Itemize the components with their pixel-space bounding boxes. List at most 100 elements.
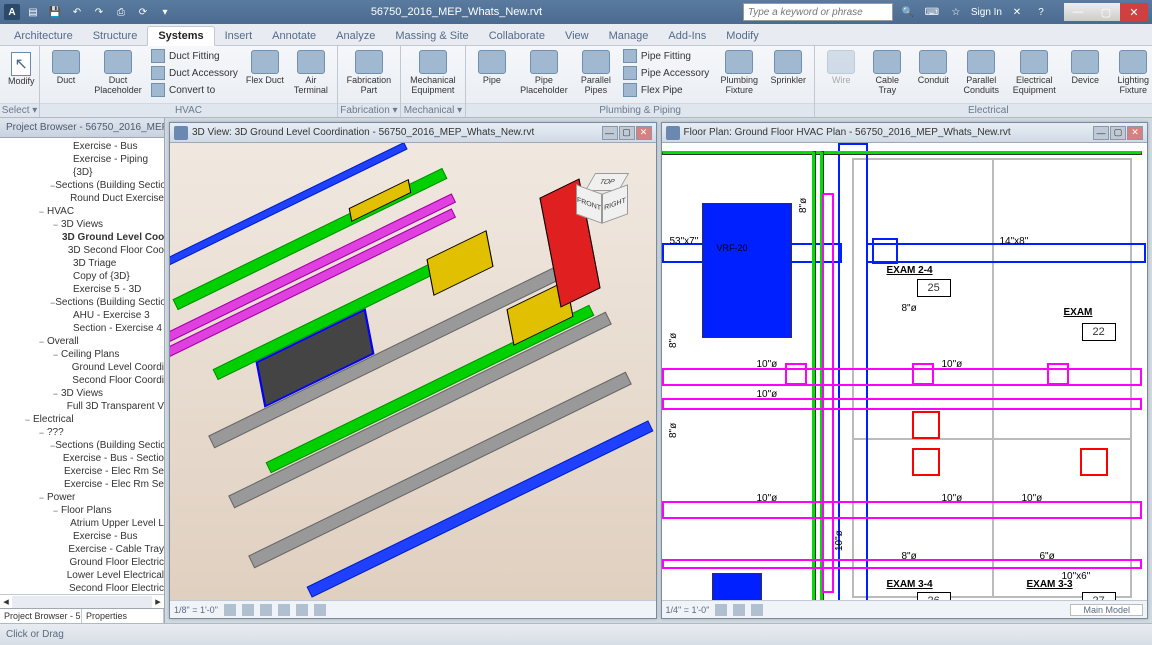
- qat-undo-icon[interactable]: ↶: [68, 3, 86, 21]
- wire-button[interactable]: Wire: [819, 48, 863, 88]
- qat-sync-icon[interactable]: ⟳: [134, 3, 152, 21]
- pipe-accessory-button[interactable]: Pipe Accessory: [620, 65, 712, 81]
- shadows-icon[interactable]: [278, 604, 290, 616]
- sign-in-button[interactable]: Sign In: [971, 7, 1002, 18]
- tree-node[interactable]: Ground Floor Electric: [0, 556, 164, 569]
- device-button[interactable]: Device: [1063, 48, 1107, 88]
- fabrication-part-button[interactable]: Fabrication Part: [342, 48, 396, 98]
- ribbon-tab-modify[interactable]: Modify: [716, 27, 768, 45]
- tree-node[interactable]: −Sections (Building Sectio: [0, 296, 164, 309]
- tree-node[interactable]: −Overall: [0, 335, 164, 348]
- parallel-conduits-button[interactable]: Parallel Conduits: [957, 48, 1005, 98]
- ribbon-tab-manage[interactable]: Manage: [599, 27, 659, 45]
- tree-node[interactable]: Ground Level Coordi: [0, 361, 164, 374]
- qat-save-icon[interactable]: 💾: [46, 3, 64, 21]
- view-maximize-button[interactable]: ▢: [619, 126, 635, 140]
- help-icon[interactable]: ?: [1032, 3, 1050, 21]
- cable-tray-button[interactable]: Cable Tray: [865, 48, 909, 98]
- ribbon-tab-systems[interactable]: Systems: [147, 26, 214, 46]
- view-minimize-button[interactable]: —: [602, 126, 618, 140]
- duct-accessory-button[interactable]: Duct Accessory: [148, 65, 241, 81]
- tree-node[interactable]: AHU - Exercise 3: [0, 309, 164, 322]
- tree-node[interactable]: Lower Level Electrical: [0, 569, 164, 582]
- conduit-button[interactable]: Conduit: [911, 48, 955, 88]
- air-terminal-button[interactable]: Air Terminal: [289, 48, 333, 98]
- tree-node[interactable]: Exercise - Elec Rm Se: [0, 478, 164, 491]
- scale-label[interactable]: 1/4" = 1'-0": [666, 605, 710, 615]
- tree-node[interactable]: −3D Views: [0, 387, 164, 400]
- qat-print-icon[interactable]: ⎙: [112, 3, 130, 21]
- search-icon[interactable]: 🔍: [899, 3, 917, 21]
- qat-redo-icon[interactable]: ↷: [90, 3, 108, 21]
- favorite-icon[interactable]: ☆: [947, 3, 965, 21]
- close-button[interactable]: ✕: [1120, 3, 1148, 21]
- crop-icon[interactable]: [296, 604, 308, 616]
- modify-button[interactable]: ↖ Modify: [4, 48, 39, 90]
- exchange-icon[interactable]: ✕: [1008, 3, 1026, 21]
- detail-level-icon[interactable]: [715, 604, 727, 616]
- lighting-fixture-button[interactable]: Lighting Fixture: [1109, 48, 1152, 98]
- search-input[interactable]: [743, 3, 893, 21]
- tree-node[interactable]: Round Duct Exercise: [0, 192, 164, 205]
- tree-node[interactable]: −3D Views: [0, 218, 164, 231]
- plumbing-fixture-button[interactable]: Plumbing Fixture: [714, 48, 764, 98]
- tab-project-browser[interactable]: Project Browser - 56750_20...: [0, 609, 82, 623]
- crop-icon[interactable]: [751, 604, 763, 616]
- tree-node[interactable]: Exercise - Bus: [0, 530, 164, 543]
- tree-node[interactable]: −Power: [0, 491, 164, 504]
- duct-fitting-button[interactable]: Duct Fitting: [148, 48, 241, 64]
- pipe-fitting-button[interactable]: Pipe Fitting: [620, 48, 712, 64]
- ribbon-tab-insert[interactable]: Insert: [215, 27, 263, 45]
- app-menu-icon[interactable]: A: [4, 4, 20, 20]
- tree-node[interactable]: −Electrical: [0, 413, 164, 426]
- sun-path-icon[interactable]: [260, 604, 272, 616]
- visual-style-icon[interactable]: [733, 604, 745, 616]
- tree-node[interactable]: {3D}: [0, 166, 164, 179]
- hide-icon[interactable]: [314, 604, 326, 616]
- tree-node[interactable]: 3D Triage: [0, 257, 164, 270]
- tree-node[interactable]: Full 3D Transparent V: [0, 400, 164, 413]
- tree-node[interactable]: Section - Exercise 4: [0, 322, 164, 335]
- sprinkler-button[interactable]: Sprinkler: [766, 48, 810, 88]
- view-close-button[interactable]: ✕: [636, 126, 652, 140]
- ribbon-tab-annotate[interactable]: Annotate: [262, 27, 326, 45]
- browser-tree[interactable]: Exercise - BusExercise - Piping{3D}−Sect…: [0, 138, 164, 594]
- ribbon-tab-add-ins[interactable]: Add-Ins: [658, 27, 716, 45]
- qat-dropdown-icon[interactable]: ▾: [156, 3, 174, 21]
- tree-node[interactable]: −Ceiling Plans: [0, 348, 164, 361]
- mechanical-equipment-button[interactable]: Mechanical Equipment: [405, 48, 461, 98]
- canvas-plan[interactable]: VRF-20 EXAM 2-4: [662, 143, 1148, 600]
- tree-node[interactable]: 3D Ground Level Coo: [0, 231, 164, 244]
- convert-button[interactable]: Convert to: [148, 82, 241, 98]
- flex-duct-button[interactable]: Flex Duct: [243, 48, 287, 88]
- tree-node[interactable]: −???: [0, 426, 164, 439]
- view-close-button[interactable]: ✕: [1127, 126, 1143, 140]
- panel-label-mechanical[interactable]: Mechanical ▾: [401, 103, 465, 117]
- ribbon-tab-structure[interactable]: Structure: [83, 27, 148, 45]
- tree-node[interactable]: Exercise 5 - 3D: [0, 283, 164, 296]
- tree-node[interactable]: Second Floor Electric: [0, 582, 164, 594]
- tree-node[interactable]: Exercise - Bus - Sectio: [0, 452, 164, 465]
- tree-node[interactable]: Atrium Upper Level L: [0, 517, 164, 530]
- tree-node[interactable]: Exercise - Elec Rm Se: [0, 465, 164, 478]
- pipe-button[interactable]: Pipe: [470, 48, 514, 88]
- tree-node[interactable]: −Sections (Building Sectio: [0, 179, 164, 192]
- keys-icon[interactable]: ⌨: [923, 3, 941, 21]
- tree-node[interactable]: −Floor Plans: [0, 504, 164, 517]
- tree-node[interactable]: Second Floor Coordi: [0, 374, 164, 387]
- electrical-equipment-button[interactable]: Electrical Equipment: [1007, 48, 1061, 98]
- tree-node[interactable]: Exercise - Piping: [0, 153, 164, 166]
- maximize-button[interactable]: ▢: [1092, 3, 1120, 21]
- ribbon-tab-massing-site[interactable]: Massing & Site: [385, 27, 478, 45]
- ribbon-tab-architecture[interactable]: Architecture: [4, 27, 83, 45]
- scale-label[interactable]: 1/8" = 1'-0": [174, 605, 218, 615]
- ribbon-tab-view[interactable]: View: [555, 27, 599, 45]
- tree-node[interactable]: 3D Second Floor Coo: [0, 244, 164, 257]
- view-cube[interactable]: TOP FRONT RIGHT: [576, 173, 636, 233]
- tree-node[interactable]: Exercise - Cable Tray: [0, 543, 164, 556]
- visual-style-icon[interactable]: [242, 604, 254, 616]
- flex-pipe-button[interactable]: Flex Pipe: [620, 82, 712, 98]
- ribbon-tab-collaborate[interactable]: Collaborate: [479, 27, 555, 45]
- tree-node[interactable]: −Sections (Building Sectio: [0, 439, 164, 452]
- view-maximize-button[interactable]: ▢: [1110, 126, 1126, 140]
